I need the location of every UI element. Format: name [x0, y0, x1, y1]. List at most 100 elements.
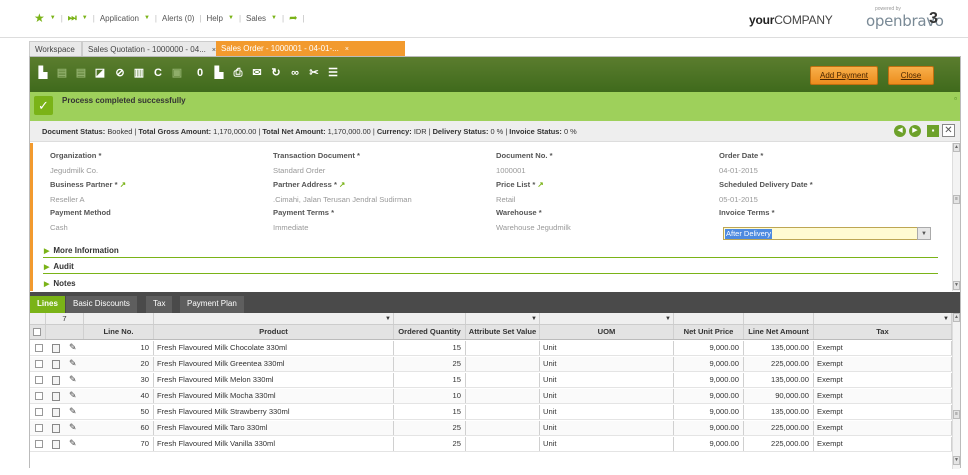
column-header[interactable]: Net Unit Price	[674, 325, 744, 339]
new-row-icon[interactable]: ▤	[56, 67, 68, 80]
table-row[interactable]: ✎ 10 Fresh Flavoured Milk Chocolate 330ml 1…	[30, 341, 952, 356]
sales-menu[interactable]: Sales	[246, 14, 266, 23]
section-notes[interactable]: ▶ Notes	[44, 279, 76, 288]
chevron-down-icon[interactable]: ▼	[917, 227, 931, 240]
edit-pencil-icon[interactable]: ✎	[69, 422, 77, 433]
home-icon[interactable]: ⏭	[68, 13, 77, 24]
edit-pencil-icon[interactable]: ✎	[69, 406, 77, 417]
tab-lines[interactable]: Lines	[30, 296, 65, 313]
attribute-filter[interactable]: ▼	[466, 313, 540, 324]
chevron-down-icon[interactable]: ▼	[271, 15, 277, 21]
product-filter[interactable]: ▼	[154, 313, 394, 324]
row-checkbox[interactable]	[35, 376, 43, 384]
organization-field[interactable]: Organization * Jegudmilk Co.	[50, 151, 102, 175]
chevron-down-icon[interactable]: ▼	[144, 15, 150, 21]
uom-filter[interactable]: ▼	[540, 313, 674, 324]
column-header[interactable]: Ordered Quantity	[394, 325, 466, 339]
document-icon[interactable]	[52, 344, 60, 353]
column-header[interactable]: UOM	[540, 325, 674, 339]
grid-icon[interactable]: ☰	[327, 67, 339, 80]
application-menu[interactable]: Application	[100, 14, 139, 23]
transaction-document-field[interactable]: Transaction Document * Standard Order	[273, 151, 360, 175]
row-checkbox[interactable]	[35, 440, 43, 448]
export-icon[interactable]: ▣	[171, 67, 183, 80]
tab-payment-plan[interactable]: Payment Plan	[180, 296, 244, 313]
help-menu[interactable]: Help	[207, 14, 223, 23]
invoice-terms-select[interactable]: After Delivery ▼	[723, 227, 931, 240]
business-partner-field[interactable]: Business Partner * ↗ Reseller A	[50, 180, 126, 204]
tab-tax[interactable]: Tax	[146, 296, 173, 313]
warehouse-field[interactable]: Warehouse * Warehouse Jegudmilk	[496, 208, 571, 232]
document-no-field[interactable]: Document No. * 1000001	[496, 151, 553, 175]
section-more-information[interactable]: ▶ More Information	[44, 246, 119, 255]
table-row[interactable]: ✎ 70 Fresh Flavoured Milk Vanilla 330ml 25 U…	[30, 437, 952, 452]
tab-sales-quotation[interactable]: Sales Quotation - 1000000 - 04... ×	[82, 41, 223, 56]
row-checkbox[interactable]	[35, 392, 43, 400]
payment-method-field[interactable]: Payment Method Cash	[50, 208, 111, 232]
document-icon[interactable]	[52, 376, 60, 385]
row-checkbox[interactable]	[35, 424, 43, 432]
section-audit[interactable]: ▶ Audit	[44, 262, 74, 271]
column-header[interactable]: Tax	[814, 325, 952, 339]
amount-filter[interactable]	[744, 313, 814, 324]
table-row[interactable]: ✎ 60 Fresh Flavoured Milk Taro 330ml 25 Unit…	[30, 421, 952, 436]
document-icon[interactable]	[52, 424, 60, 433]
logout-icon[interactable]: ➦	[289, 13, 297, 24]
row-checkbox[interactable]	[35, 408, 43, 416]
partner-address-field[interactable]: Partner Address * ↗ .Cimahi, Jalan Terus…	[273, 180, 412, 204]
next-record-icon[interactable]: ▶	[909, 125, 921, 137]
column-header[interactable]: Product	[154, 325, 394, 339]
tools-icon[interactable]: ✂	[308, 67, 320, 80]
price-filter[interactable]	[674, 313, 744, 324]
tab-workspace[interactable]: Workspace	[29, 41, 82, 56]
grid-scrollbar[interactable]: ▲ ≡ ▼	[952, 313, 960, 469]
row-checkbox[interactable]	[35, 360, 43, 368]
chevron-down-icon[interactable]: ▼	[50, 15, 56, 21]
quantity-filter[interactable]	[394, 313, 466, 324]
edit-pencil-icon[interactable]: ✎	[69, 358, 77, 369]
audit-icon[interactable]: ↻	[270, 67, 282, 80]
maximize-icon[interactable]: ▪	[927, 125, 939, 137]
edit-pencil-icon[interactable]: ✎	[69, 390, 77, 401]
column-header[interactable]: Line Net Amount	[744, 325, 814, 339]
table-row[interactable]: ✎ 50 Fresh Flavoured Milk Strawberry 330ml…	[30, 405, 952, 420]
close-icon[interactable]: ×	[345, 46, 349, 53]
edit-pencil-icon[interactable]: ✎	[69, 342, 77, 353]
column-header[interactable]: Line No.	[84, 325, 154, 339]
form-scrollbar[interactable]: ▲ ≡ ▼	[952, 143, 960, 291]
document-icon[interactable]	[52, 392, 60, 401]
chevron-down-icon[interactable]: ▼	[228, 15, 234, 21]
email-icon[interactable]: ✉	[251, 67, 263, 80]
close-form-icon[interactable]: ✕	[942, 124, 955, 137]
copy-icon[interactable]: ▙	[213, 67, 225, 80]
print-icon[interactable]: ⎙	[232, 67, 244, 80]
save-icon[interactable]: ▤	[75, 67, 87, 80]
tab-basic-discounts[interactable]: Basic Discounts	[66, 296, 137, 313]
payment-terms-field[interactable]: Payment Terms * Immediate	[273, 208, 334, 232]
table-row[interactable]: ✎ 20 Fresh Flavoured Milk Greentea 330ml 25…	[30, 357, 952, 372]
edit-pencil-icon[interactable]: ✎	[69, 374, 77, 385]
edit-pencil-icon[interactable]: ✎	[69, 438, 77, 449]
tab-sales-order[interactable]: Sales Order - 1000001 - 04-01-... ×	[216, 41, 405, 56]
close-button[interactable]: Close	[888, 66, 934, 85]
scheduled-delivery-field[interactable]: Scheduled Delivery Date * 05-01-2015	[719, 180, 813, 204]
delete-icon[interactable]: ▥	[133, 67, 145, 80]
column-header[interactable]: Attribute Set Value	[466, 325, 540, 339]
link-icon[interactable]: ∞	[289, 67, 301, 80]
chevron-down-icon[interactable]: ▼	[82, 15, 88, 21]
new-document-icon[interactable]: ▙	[37, 67, 49, 80]
price-list-field[interactable]: Price List * ↗ Retail	[496, 180, 544, 204]
table-row[interactable]: ✎ 40 Fresh Flavoured Milk Mocha 330ml 10 Uni…	[30, 389, 952, 404]
previous-record-icon[interactable]: ◀	[894, 125, 906, 137]
select-all-cell[interactable]	[30, 325, 46, 339]
favorites-star-icon[interactable]: ★	[34, 11, 45, 25]
attach-icon[interactable]: 0	[194, 67, 206, 80]
alerts-link[interactable]: Alerts (0)	[162, 14, 194, 23]
add-payment-button[interactable]: Add Payment	[810, 66, 878, 85]
tax-filter[interactable]: ▼	[814, 313, 952, 324]
document-icon[interactable]	[52, 440, 60, 449]
line-no-filter[interactable]	[84, 313, 154, 324]
refresh-icon[interactable]: C	[152, 67, 164, 80]
undo-icon[interactable]: ⊘	[114, 67, 126, 80]
document-icon[interactable]	[52, 360, 60, 369]
